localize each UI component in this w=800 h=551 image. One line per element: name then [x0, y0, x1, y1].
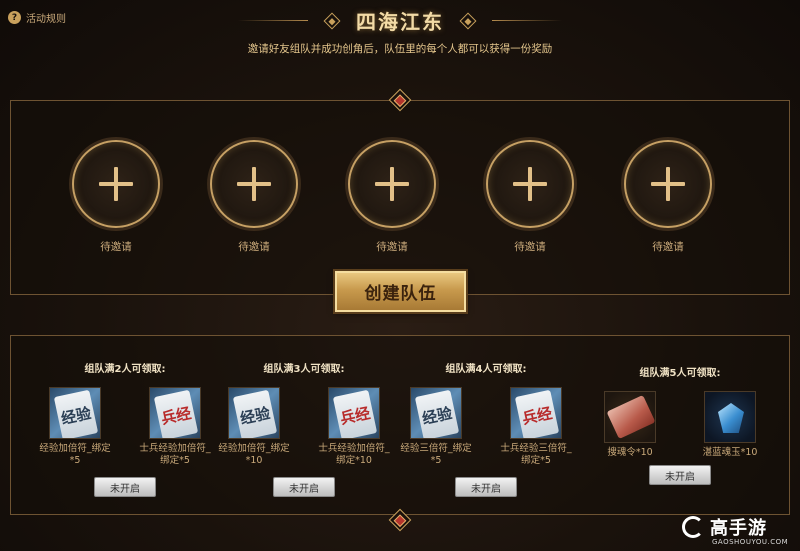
slot-status-label: 待邀请: [100, 241, 132, 253]
reward-tier-title: 组队满4人可领取:: [445, 364, 527, 375]
title-divider-left: [238, 20, 308, 21]
claim-button[interactable]: 未开启: [273, 477, 335, 497]
exp-talisman-icon[interactable]: 经验: [228, 387, 280, 439]
team-slot: 待邀请: [210, 140, 298, 254]
brand-name: 高手游: [710, 518, 767, 539]
invite-slot-button[interactable]: [210, 140, 298, 228]
reward-item-name: 搜魂令*10: [607, 447, 653, 458]
reward-item-name: 士兵经验加倍符_绑定*5: [139, 443, 211, 466]
reward-item-name: 经验加倍符_绑定*10: [218, 443, 290, 466]
reward-item: 经验 经验三倍符_绑定*5: [396, 387, 476, 467]
slot-status-label: 待邀请: [652, 241, 684, 253]
brand-url: GAOSHOUYOU.COM: [712, 538, 789, 546]
reward-item: 经验 经验加倍符_绑定*5: [35, 387, 115, 467]
team-slots: 待邀请 待邀请 待邀请 待邀请 待邀请: [72, 140, 712, 254]
soldier-exp-talisman-icon[interactable]: 兵经: [510, 387, 562, 439]
invite-slot-button[interactable]: [624, 140, 712, 228]
reward-item: 搜魂令*10: [590, 391, 670, 459]
plus-icon: [513, 167, 547, 201]
title-divider-right: [492, 20, 562, 21]
title-ornament-right-icon: [459, 12, 477, 29]
title-bar: 四海江东: [0, 6, 800, 35]
exp-talisman-icon[interactable]: 经验: [49, 387, 101, 439]
reward-tier-4: 组队满4人可领取: 经验 经验三倍符_绑定*5 兵经 士兵经验三倍符_绑定*5 …: [396, 360, 576, 497]
plus-icon: [651, 167, 685, 201]
plus-icon: [237, 167, 271, 201]
plus-icon: [375, 167, 409, 201]
slot-status-label: 待邀请: [514, 241, 546, 253]
soldier-exp-talisman-icon[interactable]: 兵经: [328, 387, 380, 439]
reward-tier-5: 组队满5人可领取: 搜魂令*10 湛蓝魂玉*10 未开启: [590, 364, 770, 485]
reward-item-name: 士兵经验三倍符_绑定*5: [500, 443, 572, 466]
reward-item: 湛蓝魂玉*10: [690, 391, 770, 459]
page-title: 四海江东: [356, 10, 444, 34]
exp-talisman-icon[interactable]: 经验: [410, 387, 462, 439]
create-team-button[interactable]: 创建队伍: [335, 271, 466, 312]
reward-item-name: 经验加倍符_绑定*5: [39, 443, 111, 466]
invite-slot-button[interactable]: [486, 140, 574, 228]
invite-slot-button[interactable]: [72, 140, 160, 228]
reward-item: 兵经 士兵经验加倍符_绑定*5: [135, 387, 215, 467]
reward-tier-title: 组队满5人可领取:: [639, 368, 721, 379]
soldier-exp-talisman-icon[interactable]: 兵经: [149, 387, 201, 439]
reward-item-name: 士兵经验加倍符_绑定*10: [318, 443, 390, 466]
reward-item: 兵经 士兵经验加倍符_绑定*10: [314, 387, 394, 467]
claim-button[interactable]: 未开启: [455, 477, 517, 497]
slot-status-label: 待邀请: [238, 241, 270, 253]
team-slot: 待邀请: [486, 140, 574, 254]
slot-status-label: 待邀请: [376, 241, 408, 253]
title-ornament-left-icon: [323, 12, 341, 29]
reward-tier-title: 组队满3人可领取:: [263, 364, 345, 375]
reward-tier-2: 组队满2人可领取: 经验 经验加倍符_绑定*5 兵经 士兵经验加倍符_绑定*5 …: [35, 360, 215, 497]
team-slot: 待邀请: [348, 140, 436, 254]
plus-icon: [99, 167, 133, 201]
claim-button[interactable]: 未开启: [94, 477, 156, 497]
reward-item: 兵经 士兵经验三倍符_绑定*5: [496, 387, 576, 467]
team-slot: 待邀请: [624, 140, 712, 254]
reward-item-name: 湛蓝魂玉*10: [702, 447, 758, 458]
reward-item-name: 经验三倍符_绑定*5: [400, 443, 472, 466]
invite-slot-button[interactable]: [348, 140, 436, 228]
blue-soul-jade-icon[interactable]: [704, 391, 756, 443]
reward-item: 经验 经验加倍符_绑定*10: [214, 387, 294, 467]
claim-button[interactable]: 未开启: [649, 465, 711, 485]
watermark-logo: 高手游 GAOSHOUYOU.COM: [682, 514, 788, 546]
reward-tier-title: 组队满2人可领取:: [84, 364, 166, 375]
reward-tier-3: 组队满3人可领取: 经验 经验加倍符_绑定*10 兵经 士兵经验加倍符_绑定*1…: [214, 360, 394, 497]
team-slot: 待邀请: [72, 140, 160, 254]
soul-search-order-icon[interactable]: [604, 391, 656, 443]
page-subtitle: 邀请好友组队并成功创角后，队伍里的每个人都可以获得一份奖励: [247, 43, 553, 55]
brand-logo-icon: [682, 516, 704, 538]
